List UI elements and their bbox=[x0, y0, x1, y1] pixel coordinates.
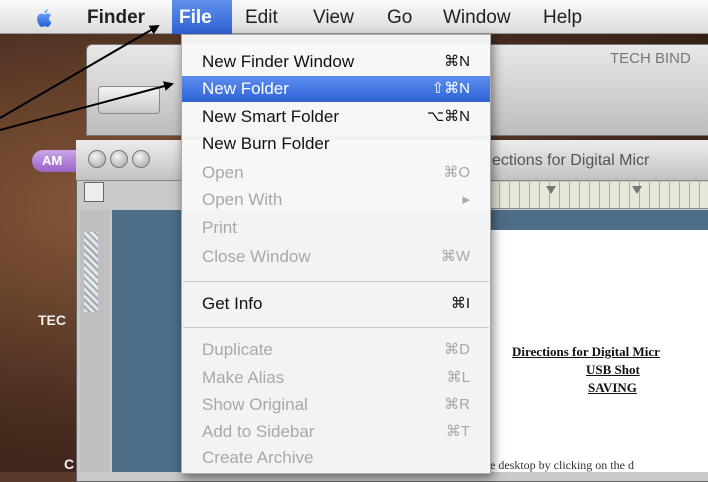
arrow-to-file-menu bbox=[0, 24, 160, 119]
arrow-to-new-folder bbox=[0, 81, 174, 131]
annotation-arrows bbox=[0, 24, 174, 131]
